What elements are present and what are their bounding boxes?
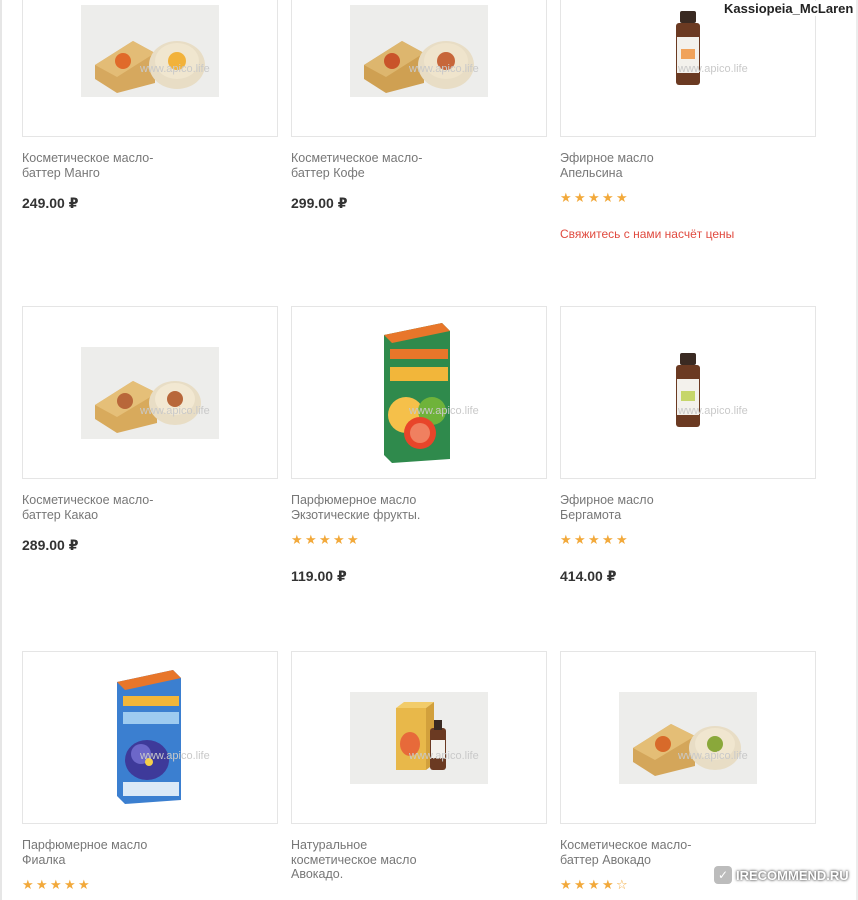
star-icon: ★ <box>574 532 586 547</box>
product-image-link[interactable]: www.apico.life <box>560 651 816 824</box>
watermark-text: www.apico.life <box>678 63 748 75</box>
butter-product-photo <box>350 5 488 97</box>
watermark-text: www.apico.life <box>140 405 210 417</box>
product-image-link[interactable]: www.apico.life <box>22 306 278 479</box>
watermark-text: www.apico.life <box>678 405 748 417</box>
essential-oil-bottle-photo <box>676 11 700 85</box>
perfume-oil-box-photo <box>117 670 181 804</box>
rating-stars[interactable]: ★ ★ ★ ★ ★ <box>560 191 628 205</box>
product-price: 299.00 ₽ <box>291 195 348 211</box>
watermark-text: www.apico.life <box>140 63 210 75</box>
star-icon: ★ <box>64 877 76 892</box>
product-image-link[interactable]: www.apico.life <box>291 306 547 479</box>
watermark-text: www.apico.life <box>678 750 748 762</box>
star-icon: ★ <box>560 190 572 205</box>
star-icon: ★ <box>602 532 614 547</box>
butter-product-photo <box>619 692 757 784</box>
product-title[interactable]: Косметическое масло-баттер Авокадо <box>560 838 810 867</box>
irecommend-label: IRECOMMEND.RU <box>736 867 849 883</box>
star-icon: ★ <box>50 877 62 892</box>
star-icon: ★ <box>588 190 600 205</box>
star-icon: ★ <box>574 877 586 892</box>
star-icon: ★ <box>616 190 628 205</box>
star-icon: ★ <box>574 190 586 205</box>
product-title[interactable]: Косметическое масло-баттер Какао <box>22 493 272 522</box>
essential-oil-bottle-photo <box>676 353 700 427</box>
left-edge-divider <box>0 0 2 900</box>
star-icon: ★ <box>36 877 48 892</box>
watermark-text: www.apico.life <box>140 750 210 762</box>
product-price: 414.00 ₽ <box>560 568 617 584</box>
butter-product-photo <box>81 347 219 439</box>
perfume-oil-box-photo <box>384 323 450 463</box>
star-empty-icon: ☆ <box>616 877 628 892</box>
contact-for-price-link[interactable]: Свяжитесь с нами насчёт цены <box>560 227 734 241</box>
product-title[interactable]: Эфирное масло Апельсина <box>560 151 810 180</box>
product-title[interactable]: Эфирное масло Бергамота <box>560 493 810 522</box>
star-icon: ★ <box>602 190 614 205</box>
star-icon: ★ <box>291 532 303 547</box>
star-icon: ★ <box>588 532 600 547</box>
star-icon: ★ <box>560 532 572 547</box>
product-image-link[interactable]: www.apico.life <box>291 651 547 824</box>
irecommend-logo-icon: ✓ <box>714 866 732 884</box>
star-icon: ★ <box>22 877 34 892</box>
product-image-link[interactable]: www.apico.life <box>291 0 547 137</box>
watermark-text: www.apico.life <box>409 405 479 417</box>
product-title[interactable]: Натуральное косметическое масло Авокадо. <box>291 838 541 882</box>
product-image-link[interactable]: www.apico.life <box>560 0 816 137</box>
product-image-link[interactable]: www.apico.life <box>560 306 816 479</box>
product-image-link[interactable]: www.apico.life <box>22 651 278 824</box>
star-icon: ★ <box>305 532 317 547</box>
username-watermark: Kassiopeia_McLaren <box>722 1 856 16</box>
star-icon: ★ <box>588 877 600 892</box>
rating-stars[interactable]: ★ ★ ★ ★ ★ <box>22 878 90 892</box>
star-icon: ★ <box>347 532 359 547</box>
irecommend-watermark: ✓ IRECOMMEND.RU <box>714 866 849 884</box>
butter-product-photo <box>81 5 219 97</box>
product-price: 119.00 ₽ <box>291 568 347 584</box>
product-title[interactable]: Парфюмерное масло Экзотические фрукты. <box>291 493 541 522</box>
watermark-text: www.apico.life <box>409 63 479 75</box>
watermark-text: www.apico.life <box>409 750 479 762</box>
product-title[interactable]: Парфюмерное масло Фиалка <box>22 838 272 867</box>
star-icon: ★ <box>319 532 331 547</box>
product-title[interactable]: Косметическое масло-баттер Манго <box>22 151 272 180</box>
avocado-oil-photo <box>350 692 488 784</box>
rating-stars[interactable]: ★ ★ ★ ★ ☆ <box>560 878 628 892</box>
star-icon: ★ <box>560 877 572 892</box>
star-icon: ★ <box>333 532 345 547</box>
product-price: 289.00 ₽ <box>22 537 79 553</box>
product-image-link[interactable]: www.apico.life <box>22 0 278 137</box>
product-price: 249.00 ₽ <box>22 195 79 211</box>
star-icon: ★ <box>616 532 628 547</box>
rating-stars[interactable]: ★ ★ ★ ★ ★ <box>560 533 628 547</box>
product-title[interactable]: Косметическое масло-баттер Кофе <box>291 151 541 180</box>
star-icon: ★ <box>78 877 90 892</box>
rating-stars[interactable]: ★ ★ ★ ★ ★ <box>291 533 359 547</box>
star-icon: ★ <box>602 877 614 892</box>
